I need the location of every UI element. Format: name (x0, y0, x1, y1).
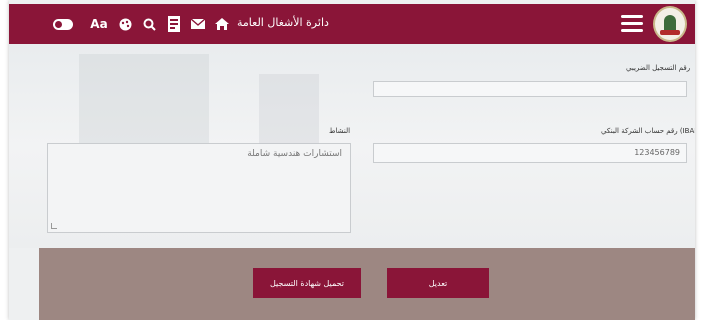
iban-field[interactable]: 123456789 (373, 143, 687, 163)
activity-textarea[interactable]: استشارات هندسية شاملة (47, 143, 351, 233)
palette-icon[interactable] (117, 14, 133, 34)
search-icon[interactable] (141, 14, 157, 34)
app-frame: دائرة الأشغال العامة Aa رقم التسجيل الضر… (9, 0, 695, 320)
contrast-toggle-icon[interactable] (53, 19, 73, 30)
action-footer: تعديل تحميل شهادة التسجيل (39, 248, 695, 320)
document-mail-icon[interactable] (165, 14, 183, 34)
edit-button[interactable]: تعديل (387, 268, 489, 298)
activity-value: استشارات هندسية شاملة (247, 149, 342, 159)
iban-label: رقم حساب الشركة البنكي (IBAN) (601, 127, 695, 135)
tax-number-field[interactable] (373, 81, 687, 97)
tax-number-label: رقم التسجيل الضريبي (626, 64, 691, 72)
activity-label: النشاط (329, 127, 351, 135)
download-certificate-button[interactable]: تحميل شهادة التسجيل (253, 268, 361, 298)
mail-icon[interactable] (190, 14, 206, 34)
menu-icon[interactable] (621, 15, 643, 33)
iban-value: 123456789 (634, 148, 680, 157)
department-title: دائرة الأشغال العامة (237, 16, 329, 29)
top-navigation-bar: دائرة الأشغال العامة Aa (9, 4, 695, 44)
resize-handle-icon[interactable] (51, 223, 57, 229)
home-icon[interactable] (214, 14, 230, 34)
government-logo-icon[interactable] (653, 6, 687, 42)
text-size-icon[interactable]: Aa (90, 14, 108, 34)
form-content: رقم التسجيل الضريبي رقم حساب الشركة البن… (9, 44, 695, 248)
